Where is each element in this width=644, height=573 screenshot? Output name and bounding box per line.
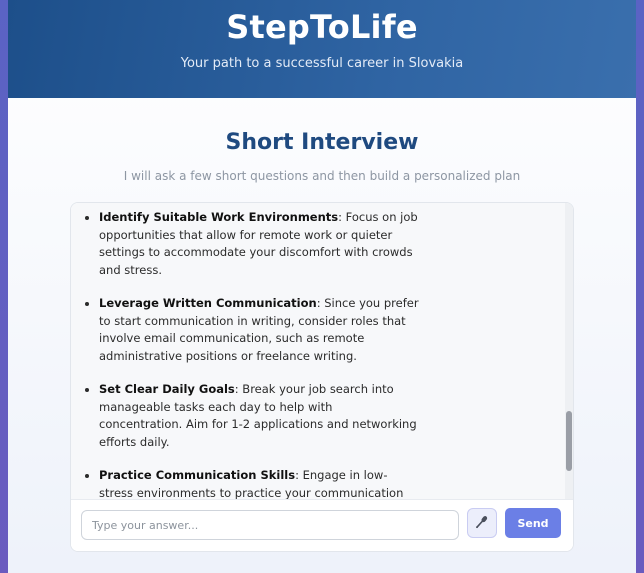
chat-scrollbar[interactable]	[565, 203, 573, 499]
list-item: Set Clear Daily Goals: Break your job se…	[99, 381, 419, 451]
assistant-message-list: Identify Suitable Work Environments: Foc…	[71, 203, 419, 499]
chat-scrollbar-thumb[interactable]	[566, 411, 572, 471]
site-header: StepToLife Your path to a successful car…	[8, 0, 636, 98]
page-title: Short Interview	[225, 130, 419, 155]
list-item: Leverage Written Communication: Since yo…	[99, 295, 419, 365]
microphone-icon	[475, 515, 489, 532]
microphone-button[interactable]	[467, 508, 497, 538]
list-item-heading: Set Clear Daily Goals	[99, 382, 235, 396]
brand-tagline: Your path to a successful career in Slov…	[180, 56, 464, 71]
list-item: Identify Suitable Work Environments: Foc…	[99, 209, 419, 279]
app-frame: StepToLife Your path to a successful car…	[8, 0, 636, 573]
chat-messages[interactable]: Identify Suitable Work Environments: Foc…	[71, 203, 573, 499]
answer-input[interactable]	[81, 510, 459, 540]
list-item-heading: Identify Suitable Work Environments	[99, 210, 339, 224]
chat-card: Identify Suitable Work Environments: Foc…	[70, 202, 574, 552]
page-subtitle: I will ask a few short questions and the…	[123, 169, 521, 183]
brand-title: StepToLife	[226, 8, 418, 46]
list-item-heading: Practice Communication Skills	[99, 468, 296, 482]
list-item: Practice Communication Skills: Engage in…	[99, 467, 419, 499]
list-item-heading: Leverage Written Communication	[99, 296, 317, 310]
send-button[interactable]: Send	[505, 508, 561, 538]
input-bar: Send	[71, 499, 573, 551]
